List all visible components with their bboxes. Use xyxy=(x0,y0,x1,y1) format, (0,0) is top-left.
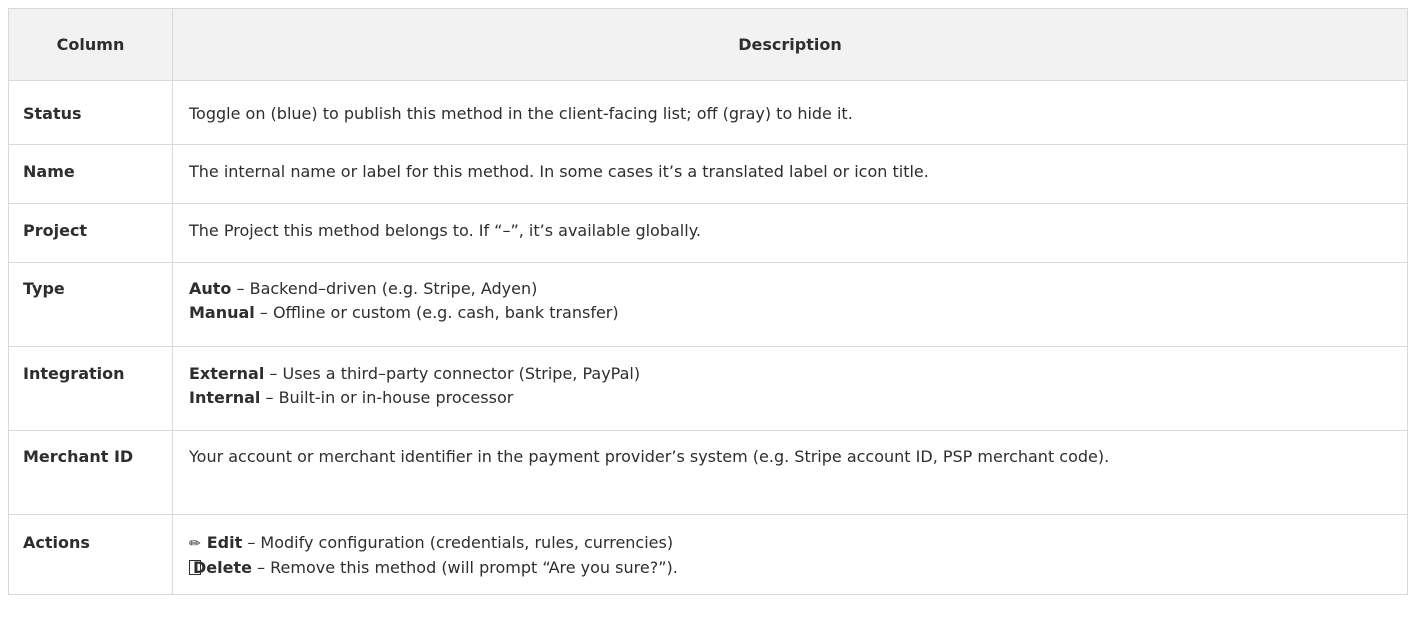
row-description: Your account or merchant identifier in t… xyxy=(172,430,1408,515)
term-description: – Offline or custom (e.g. cash, bank tra… xyxy=(254,303,619,322)
table-row: Merchant ID Your account or merchant ide… xyxy=(8,430,1408,515)
row-name: Type xyxy=(8,262,173,347)
description-line: ✏ Edit – Modify configuration (credential… xyxy=(189,531,1393,556)
header-column: Column xyxy=(8,8,173,81)
row-name: Integration xyxy=(8,346,173,431)
table-row: Type Auto – Backend–driven (e.g. Stripe,… xyxy=(8,262,1408,347)
description-line: External – Uses a third–party connector … xyxy=(189,362,1393,386)
table-row: Actions ✏ Edit – Modify configuration (cr… xyxy=(8,514,1408,595)
term-label: Edit xyxy=(206,533,243,552)
row-name: Status xyxy=(8,80,173,145)
row-name: Name xyxy=(8,144,173,204)
description-line: Manual – Offline or custom (e.g. cash, b… xyxy=(189,301,1393,325)
row-description: The internal name or label for this meth… xyxy=(172,144,1408,204)
table-header-row: Column Description xyxy=(8,8,1408,81)
description-line: Auto – Backend–driven (e.g. Stripe, Adye… xyxy=(189,277,1393,301)
header-description: Description xyxy=(172,8,1408,81)
row-description: External – Uses a third–party connector … xyxy=(172,346,1408,431)
row-name: Project xyxy=(8,203,173,263)
term-label: Internal xyxy=(189,388,261,407)
description-line: Internal – Built-in or in-house processo… xyxy=(189,386,1393,410)
row-description: The Project this method belongs to. If “… xyxy=(172,203,1408,263)
term-label: Delete xyxy=(193,558,252,577)
table-row: Integration External – Uses a third–part… xyxy=(8,346,1408,431)
term-description: – Built-in or in-house processor xyxy=(260,388,514,407)
pencil-icon: ✏ xyxy=(189,536,201,552)
docs-table-container: Column Description Status Toggle on (blu… xyxy=(8,8,1408,595)
term-description: – Uses a third–party connector (Stripe, … xyxy=(264,364,641,383)
term-description: – Remove this method (will prompt “Are y… xyxy=(251,558,678,577)
term-description: – Modify configuration (credentials, rul… xyxy=(242,533,674,552)
row-description: ✏ Edit – Modify configuration (credential… xyxy=(172,514,1408,595)
description-line: Delete – Remove this method (will prompt… xyxy=(189,556,1393,580)
row-description: Toggle on (blue) to publish this method … xyxy=(172,80,1408,145)
column-reference-table: Column Description Status Toggle on (blu… xyxy=(8,8,1408,595)
row-description: Auto – Backend–driven (e.g. Stripe, Adye… xyxy=(172,262,1408,347)
term-label: Auto xyxy=(189,279,232,298)
row-name: Merchant ID xyxy=(8,430,173,515)
table-row: Project The Project this method belongs … xyxy=(8,203,1408,263)
term-label: External xyxy=(189,364,265,383)
term-label: Manual xyxy=(189,303,255,322)
row-name: Actions xyxy=(8,514,173,595)
term-description: – Backend–driven (e.g. Stripe, Adyen) xyxy=(231,279,538,298)
table-row: Name The internal name or label for this… xyxy=(8,144,1408,204)
table-row: Status Toggle on (blue) to publish this … xyxy=(8,80,1408,145)
